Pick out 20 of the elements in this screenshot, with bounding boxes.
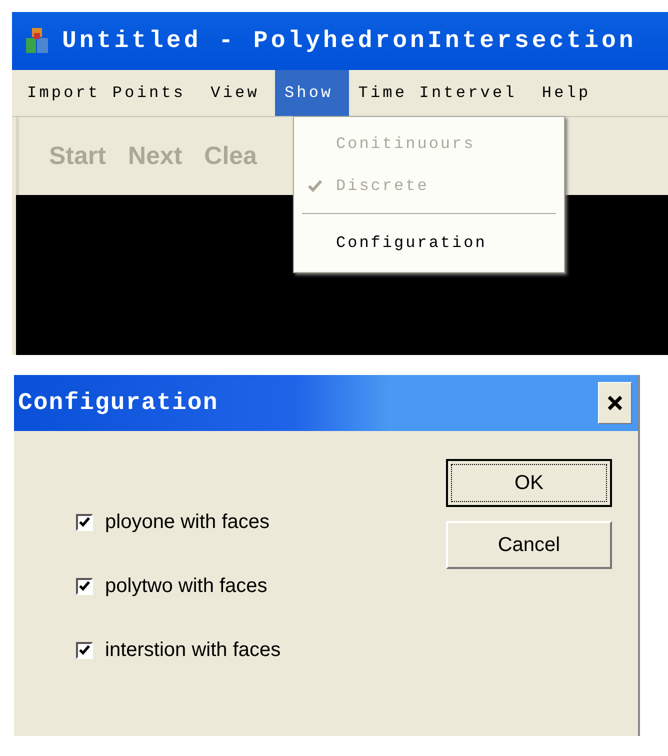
checkbox-label: ployone with faces [105,510,270,534]
checkbox[interactable] [76,514,93,530]
close-button[interactable] [598,382,632,424]
menu-item[interactable]: Import Points [18,70,202,116]
checkbox[interactable] [76,642,93,658]
dialog-button[interactable]: OK [446,459,612,507]
close-icon [607,395,623,411]
menu-item[interactable]: Show [275,70,350,116]
dialog-button[interactable]: Cancel [446,521,612,569]
menu-item[interactable]: Configuration [294,222,564,264]
menu-item[interactable]: Time Intervel [349,70,533,116]
window-title: Untitled - PolyhedronIntersection [62,28,636,54]
check-icon [308,180,322,192]
checkbox-label: interstion with faces [105,638,281,662]
app-icon [24,27,50,55]
checkbox[interactable] [76,578,93,594]
menu-item[interactable]: View [202,70,276,116]
dialog-title: Configuration [18,390,218,416]
checkbox-label: polytwo with faces [105,574,268,598]
menu-item[interactable]: Help [532,70,607,116]
